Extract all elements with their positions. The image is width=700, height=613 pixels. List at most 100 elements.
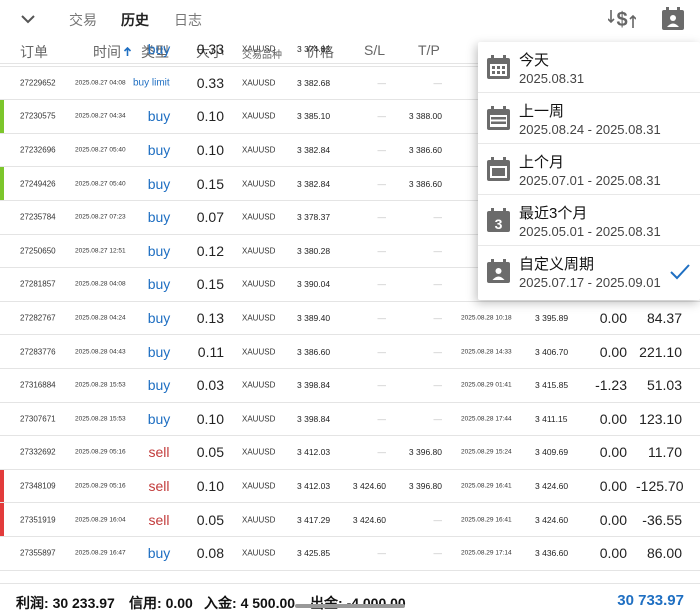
open-price: 3 378.37 [297, 212, 331, 223]
dollar-sort-icon[interactable]: $ [608, 6, 636, 32]
open-time: 2025.08.27 07:23 [75, 213, 126, 221]
home-indicator[interactable] [295, 604, 405, 608]
order-type: buy [147, 41, 171, 58]
take-profit: — [433, 413, 443, 424]
swap: 0.00 [599, 310, 627, 327]
tab-trade[interactable]: 交易 [69, 10, 97, 30]
period-item-last-month[interactable]: 上个月 2025.07.01 - 2025.08.31 [478, 144, 700, 195]
period-range: 2025.05.01 - 2025.08.31 [519, 224, 661, 239]
take-profit: 3 388.00 [408, 111, 442, 122]
open-price: 3 425.85 [297, 548, 331, 559]
table-row[interactable]: 27351919 2025.08.29 16:04 sell 0.05 XAUUSD 3 … [0, 503, 700, 537]
tab-history[interactable]: 历史 [121, 10, 149, 30]
order-type: buy [147, 175, 171, 192]
symbol: XAUUSD [242, 515, 276, 525]
close-price: 3 406.70 [535, 346, 569, 357]
symbol: XAUUSD [242, 414, 276, 424]
stop-loss: — [377, 111, 387, 122]
table-row[interactable]: 27332692 2025.08.29 05:16 sell 0.05 XAUUSD 3 … [0, 436, 700, 470]
volume: 0.15 [196, 276, 224, 293]
take-profit: — [433, 514, 443, 525]
swap: 0.00 [599, 545, 627, 562]
order-type: buy [147, 343, 171, 360]
swap: -1.23 [595, 377, 627, 394]
swap: 0.00 [599, 511, 627, 528]
open-price: 3 417.29 [297, 514, 331, 525]
period-item-last-week[interactable]: 上一周 2025.08.24 - 2025.08.31 [478, 93, 700, 144]
credit-value: 0.00 [165, 595, 193, 611]
symbol: XAUUSD [242, 481, 276, 491]
symbol: XAUUSD [242, 313, 276, 323]
symbol: XAUUSD [242, 246, 276, 256]
stop-loss: 3 424.60 [352, 481, 386, 492]
order-id: 27235784 [20, 212, 56, 222]
tab-journal[interactable]: 日志 [174, 10, 202, 30]
open-time: 2025.08.28 04:08 [75, 280, 126, 288]
volume: 0.03 [196, 377, 224, 394]
swap: 0.00 [599, 343, 627, 360]
period-item-last-3-months[interactable]: 3 最近3个月 2025.05.01 - 2025.08.31 [478, 195, 700, 246]
profit: 221.10 [639, 343, 682, 360]
close-price: 3 436.60 [535, 548, 569, 559]
svg-text:3: 3 [495, 216, 503, 232]
swap: 0.00 [599, 478, 627, 495]
order-id: 27332692 [20, 447, 56, 457]
order-type: buy limit [133, 77, 170, 89]
calendar-3-icon: 3 [487, 208, 510, 232]
chevron-down-icon[interactable] [16, 8, 40, 30]
row-status-bar [0, 167, 4, 200]
calendar-person-icon[interactable] [660, 6, 686, 32]
open-price: 3 382.84 [297, 178, 331, 189]
close-price: 3 409.69 [535, 447, 569, 458]
close-price: 3 411.15 [535, 413, 568, 424]
table-row[interactable]: 27348109 2025.08.29 05:16 sell 0.10 XAUUSD 3 … [0, 469, 700, 504]
volume: 0.05 [196, 511, 224, 528]
table-row[interactable]: 27316884 2025.08.28 15:53 buy 0.03 XAUUSD 3 3… [0, 369, 700, 403]
stop-loss: — [377, 245, 387, 256]
table-row[interactable]: 27283776 2025.08.28 04:43 buy 0.11 XAUUSD 3 3… [0, 335, 700, 369]
open-price: 3 385.10 [297, 111, 331, 122]
volume: 0.33 [196, 41, 224, 58]
symbol: XAUUSD [242, 447, 276, 457]
calendar-week-icon [487, 106, 510, 130]
order-type: buy [147, 545, 171, 562]
table-row[interactable]: 27307671 2025.08.28 15:53 buy 0.10 XAUUSD 3 3… [0, 403, 700, 437]
symbol: XAUUSD [242, 111, 276, 121]
symbol: XAUUSD [242, 145, 276, 155]
row-status-bar [0, 100, 4, 133]
stop-loss: — [377, 178, 387, 189]
stop-loss: — [377, 447, 387, 458]
period-item-today[interactable]: 今天 2025.08.31 [478, 42, 700, 93]
take-profit: — [433, 212, 443, 223]
profit: -36.55 [642, 511, 682, 528]
stop-loss: — [377, 279, 387, 290]
symbol: XAUUSD [242, 380, 276, 390]
open-price: 3 390.04 [297, 279, 331, 290]
volume: 0.33 [196, 74, 224, 91]
close-time: 2025.08.28 17:44 [461, 415, 512, 423]
symbol: XAUUSD [242, 179, 276, 189]
period-range: 2025.08.24 - 2025.08.31 [519, 122, 661, 137]
open-price: 3 412.03 [297, 481, 331, 492]
table-row[interactable]: 27282767 2025.08.28 04:24 buy 0.13 XAUUSD 3 3… [0, 302, 700, 336]
period-item-custom[interactable]: 自定义周期 2025.07.17 - 2025.09.01 [478, 246, 700, 297]
close-time: 2025.08.29 16:41 [461, 516, 512, 524]
stop-loss: 3 424.60 [352, 514, 386, 525]
open-time: 2025.08.29 05:16 [75, 448, 126, 456]
take-profit: 3 386.60 [408, 145, 442, 156]
order-type: sell [148, 511, 170, 528]
take-profit: — [433, 380, 443, 391]
order-type: buy [147, 242, 171, 259]
volume: 0.10 [196, 108, 224, 125]
withdraw-label: 出金: [310, 595, 343, 611]
table-row[interactable]: 27355897 2025.08.29 16:47 buy 0.08 XAUUSD 3 4… [0, 537, 700, 571]
volume: 0.10 [196, 142, 224, 159]
volume: 0.08 [196, 545, 224, 562]
close-time: 2025.08.28 10:18 [461, 314, 512, 322]
symbol: XAUUSD [242, 548, 276, 558]
deposit-label: 入金: [204, 595, 237, 611]
order-id: 27283776 [20, 347, 56, 357]
open-price: 3 412.03 [297, 447, 331, 458]
order-type: buy [147, 209, 171, 226]
close-time: 2025.08.29 15:24 [461, 448, 512, 456]
